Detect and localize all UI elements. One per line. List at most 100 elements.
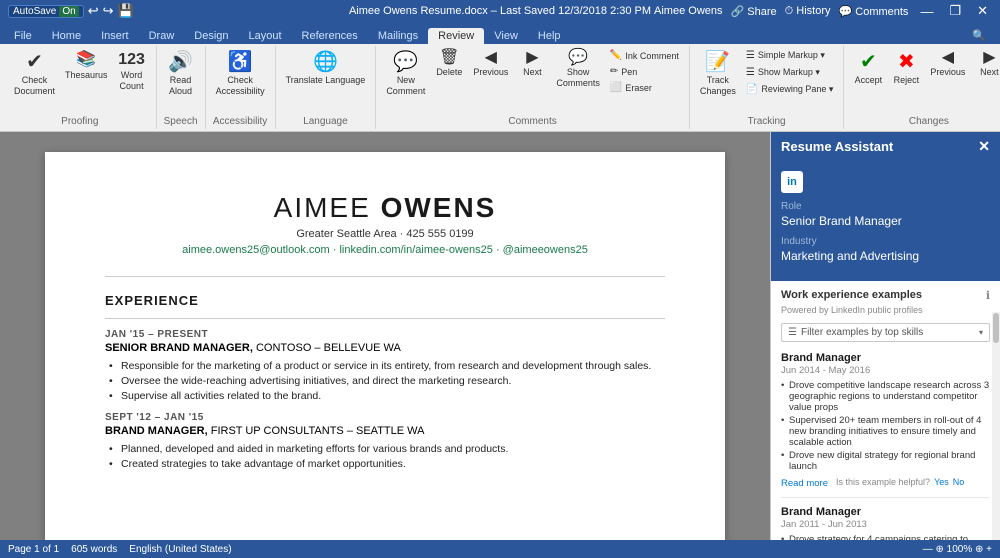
ribbon: ✔ CheckDocument 📚 Thesaurus 123 WordCoun… xyxy=(0,44,1000,132)
redo-icon[interactable]: ↪ xyxy=(103,3,114,19)
exp1-title: Brand Manager xyxy=(781,352,990,364)
changes-label: Changes xyxy=(909,114,949,127)
exp1-no-button[interactable]: No xyxy=(953,477,965,487)
exp2-dates: Jan 2011 - Jun 2013 xyxy=(781,519,990,530)
tab-draw[interactable]: Draw xyxy=(139,28,185,44)
ribbon-tabs: File Home Insert Draw Design Layout Refe… xyxy=(0,22,1000,44)
exp1-bullet-1: Drove competitive landscape research acr… xyxy=(781,380,990,413)
autosave-badge[interactable]: AutoSave On xyxy=(8,5,84,18)
words-status: 605 words xyxy=(71,544,117,555)
track-changes-icon: 📝 xyxy=(705,50,730,74)
title-bar: AutoSave On ↩ ↪ 💾 Aimee Owens Resume.doc… xyxy=(0,0,1000,22)
check-accessibility-button[interactable]: ♿ CheckAccessibility xyxy=(212,48,269,99)
previous-comment-button[interactable]: ◀ Previous xyxy=(469,48,512,79)
exp1-dates: Jun 2014 - May 2016 xyxy=(781,365,990,376)
track-changes-button[interactable]: 📝 TrackChanges xyxy=(696,48,740,99)
tab-layout[interactable]: Layout xyxy=(239,28,292,44)
info-icon: ℹ xyxy=(986,289,990,302)
restore-button[interactable]: ❐ xyxy=(945,3,965,19)
exp1-bullet-2: Supervised 20+ team members in roll-out … xyxy=(781,415,990,448)
close-button[interactable]: ✕ xyxy=(973,3,992,19)
word-count-button[interactable]: 123 WordCount xyxy=(114,48,150,94)
simple-markup-icon: ☰ xyxy=(746,50,755,61)
job2-date: SEPT '12 – JAN '15 xyxy=(105,412,665,423)
check-document-button[interactable]: ✔ CheckDocument xyxy=(10,48,59,99)
panel-scrollbar-thumb[interactable] xyxy=(993,313,999,343)
comments-group-label: Comments xyxy=(508,114,556,127)
translate-language-button[interactable]: 🌐 Translate Language xyxy=(282,48,370,87)
tab-design[interactable]: Design xyxy=(184,28,238,44)
document-area[interactable]: AIMEE OWENS Greater Seattle Area · 425 5… xyxy=(0,132,770,540)
word-count-icon: 123 xyxy=(118,50,145,69)
ribbon-group-comments: 💬 NewComment 🗑 Delete ◀ Previous ▶ Next … xyxy=(376,46,690,129)
prev-change-button[interactable]: ◀ Previous xyxy=(926,48,969,79)
main-area: AIMEE OWENS Greater Seattle Area · 425 5… xyxy=(0,132,1000,540)
save-icon[interactable]: 💾 xyxy=(118,3,134,19)
eraser-button[interactable]: ⬜ Eraser xyxy=(606,80,683,95)
exp1-helpful-label: Is this example helpful? xyxy=(836,477,930,487)
simple-markup-button[interactable]: ☰ Simple Markup ▾ xyxy=(742,48,838,63)
resume-links: aimee.owens25@outlook.com · linkedin.com… xyxy=(105,244,665,256)
job1-bullet-1: Responsible for the marketing of a produ… xyxy=(121,360,665,372)
role-label: Role xyxy=(781,201,990,212)
section-divider-2 xyxy=(105,318,665,319)
job2-title: BRAND MANAGER, FIRST UP CONSULTANTS – SE… xyxy=(105,425,665,437)
job1-title: SENIOR BRAND MANAGER, CONTOSO – BELLEVUE… xyxy=(105,342,665,354)
ribbon-group-language: 🌐 Translate Language Language xyxy=(276,46,377,129)
exp1-yes-button[interactable]: Yes xyxy=(934,477,949,487)
accept-button[interactable]: ✔ Accept xyxy=(850,48,886,87)
job2-bullet-1: Planned, developed and aided in marketin… xyxy=(121,443,665,455)
zoom-controls[interactable]: — ⊕ 100% ⊕ + xyxy=(923,544,992,555)
industry-value: Marketing and Advertising xyxy=(781,249,990,263)
share-button[interactable]: 🔗 Share xyxy=(731,5,777,18)
next-change-button[interactable]: ▶ Next xyxy=(971,48,1000,79)
tab-help[interactable]: Help xyxy=(528,28,571,44)
prev-change-icon: ◀ xyxy=(942,50,954,66)
thesaurus-button[interactable]: 📚 Thesaurus xyxy=(61,48,112,82)
next-comment-button[interactable]: ▶ Next xyxy=(514,48,550,79)
read-aloud-button[interactable]: 🔊 ReadAloud xyxy=(163,48,199,99)
tab-mailings[interactable]: Mailings xyxy=(368,28,428,44)
role-value: Senior Brand Manager xyxy=(781,214,990,228)
job1-bullet-3: Supervise all activities related to the … xyxy=(121,390,665,402)
minimize-button[interactable]: — xyxy=(916,4,937,19)
panel-title: Resume Assistant xyxy=(781,139,893,154)
history-button[interactable]: ⏱ History xyxy=(785,5,831,18)
resume-assistant-panel: Resume Assistant ✕ in Role Senior Brand … xyxy=(770,132,1000,540)
powered-label: Powered by LinkedIn public profiles xyxy=(781,305,990,315)
tab-search[interactable]: 🔍 xyxy=(962,27,996,44)
show-markup-button[interactable]: ☰ Show Markup ▾ xyxy=(742,65,838,80)
job1-date: JAN '15 – PRESENT xyxy=(105,329,665,340)
filter-bar[interactable]: ☰ Filter examples by top skills ▾ xyxy=(781,323,990,342)
tab-insert[interactable]: Insert xyxy=(91,28,139,44)
new-comment-button[interactable]: 💬 NewComment xyxy=(382,48,429,99)
tracking-label: Tracking xyxy=(748,114,786,127)
tab-home[interactable]: Home xyxy=(42,28,91,44)
autosave-label: AutoSave xyxy=(13,6,56,17)
reject-button[interactable]: ✖ Reject xyxy=(888,48,924,87)
reviewing-pane-button[interactable]: 📄 Reviewing Pane ▾ xyxy=(742,82,838,97)
panel-scrollbar-track xyxy=(992,312,1000,540)
thesaurus-icon: 📚 xyxy=(76,50,96,69)
job2-bullet-2: Created strategies to take advantage of … xyxy=(121,458,665,470)
accessibility-label: Accessibility xyxy=(213,114,267,127)
pen-button[interactable]: ✏ Pen xyxy=(606,64,683,79)
exp1-read-more[interactable]: Read more xyxy=(781,478,828,489)
delete-comment-button[interactable]: 🗑 Delete xyxy=(431,48,467,79)
eraser-icon: ⬜ xyxy=(610,82,622,93)
ink-comment-button[interactable]: ✏️ Ink Comment xyxy=(606,48,683,63)
ink-comment-icon: ✏️ xyxy=(610,50,622,61)
title-bar-left: AutoSave On ↩ ↪ 💾 xyxy=(8,3,134,19)
tab-review[interactable]: Review xyxy=(428,28,484,44)
exp2-bullet-1: Drove strategy for 4 campaigns catering … xyxy=(781,534,990,540)
ribbon-group-proofing: ✔ CheckDocument 📚 Thesaurus 123 WordCoun… xyxy=(4,46,157,129)
tab-view[interactable]: View xyxy=(484,28,528,44)
comments-button[interactable]: 💬 Comments xyxy=(839,5,909,18)
current-user: Aimee Owens xyxy=(654,5,722,17)
panel-close-button[interactable]: ✕ xyxy=(978,138,990,155)
autosave-state: On xyxy=(59,6,78,17)
undo-icon[interactable]: ↩ xyxy=(88,3,99,19)
tab-file[interactable]: File xyxy=(4,28,42,44)
tab-references[interactable]: References xyxy=(292,28,368,44)
show-comments-button[interactable]: 💬 ShowComments xyxy=(552,48,604,91)
